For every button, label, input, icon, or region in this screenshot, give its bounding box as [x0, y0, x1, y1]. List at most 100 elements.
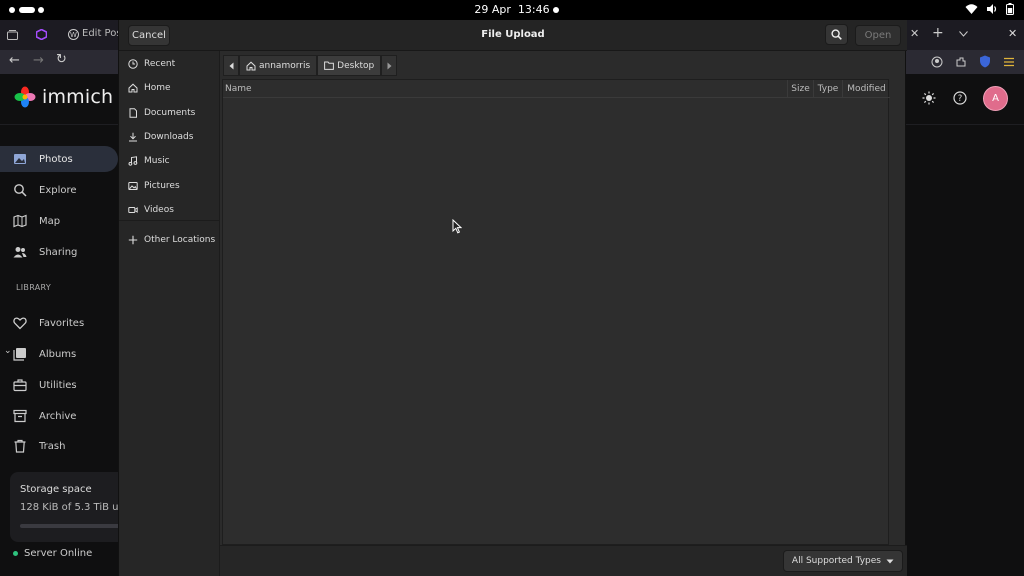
server-status-label: Server Online [24, 548, 93, 559]
avatar[interactable]: A [983, 86, 1008, 111]
chevron-left-icon [229, 62, 233, 69]
storage-title: Storage space [20, 484, 92, 495]
file-type-filter-label: All Supported Types [791, 556, 881, 566]
place-label: Recent [144, 59, 176, 69]
new-tab-icon[interactable]: + [932, 25, 944, 41]
nav-label: Map [39, 215, 61, 227]
help-icon[interactable]: ? [953, 91, 967, 105]
nav-map[interactable]: Map [0, 208, 118, 234]
sidebar-divider [119, 220, 220, 221]
open-button[interactable]: Open [855, 25, 901, 46]
nav-photos[interactable]: Photos [0, 146, 118, 172]
video-icon [128, 207, 138, 213]
file-type-filter[interactable]: All Supported Types [782, 550, 903, 572]
back-icon[interactable]: ← [9, 53, 20, 68]
column-header-modified[interactable]: Modified [843, 80, 890, 98]
toolbox-icon [13, 379, 27, 392]
close-window-icon[interactable]: ✕ [1008, 27, 1017, 40]
photos-icon [14, 154, 26, 164]
nav-utilities[interactable]: Utilities [0, 372, 118, 398]
clock-icon [128, 59, 138, 69]
file-list[interactable]: Name Size Type Modified [222, 79, 890, 545]
picture-icon [128, 182, 138, 190]
place-pictures[interactable]: Pictures [119, 175, 220, 197]
clock[interactable]: 29 Apr 13:46 [0, 3, 1024, 16]
albums-icon [13, 348, 26, 361]
reload-icon[interactable]: ↻ [56, 52, 67, 67]
clock-time: 13:46 [517, 3, 550, 16]
place-documents[interactable]: Documents [119, 102, 220, 124]
folder-icon [324, 61, 335, 70]
place-videos[interactable]: Videos [119, 199, 220, 221]
nav-archive[interactable]: Archive [0, 403, 118, 429]
nav-sharing[interactable]: Sharing [0, 239, 118, 265]
wordpress-icon: W [68, 29, 79, 40]
tab-overview-icon[interactable] [7, 30, 18, 40]
place-label: Music [144, 156, 170, 166]
path-scroll-right-button[interactable] [381, 55, 398, 76]
map-icon [13, 214, 27, 228]
search-icon [831, 29, 842, 40]
plus-icon [128, 235, 138, 245]
home-icon [246, 61, 256, 70]
place-home[interactable]: Home [119, 77, 220, 99]
extensions-icon[interactable] [955, 56, 967, 68]
nav-label: Archive [39, 410, 77, 422]
system-tray[interactable] [965, 3, 1014, 15]
system-top-bar: 29 Apr 13:46 [0, 0, 1024, 20]
column-header-size[interactable]: Size [788, 80, 814, 98]
status-dot-icon [13, 551, 18, 556]
nav-albums[interactable]: ⌄ Albums [0, 341, 118, 367]
shield-icon[interactable] [979, 55, 991, 68]
sharing-icon [13, 247, 27, 258]
place-label: Pictures [144, 181, 180, 191]
clock-date: 29 Apr [474, 3, 511, 16]
extension-tab-icon[interactable] [36, 29, 47, 40]
nav-explore[interactable]: Explore [0, 177, 118, 203]
file-upload-dialog: Cancel File Upload Open Recent Home Docu… [118, 20, 907, 576]
path-crumb-desktop[interactable]: Desktop [317, 55, 382, 76]
cancel-button[interactable]: Cancel [128, 25, 170, 46]
immich-logo-icon [14, 86, 36, 108]
column-header-name[interactable]: Name [223, 80, 788, 98]
wifi-icon [965, 4, 978, 14]
place-label: Downloads [144, 132, 194, 142]
screen: 29 Apr 13:46 W Edit Post ✕ + ✕ ← → ↻ imm… [0, 0, 1024, 576]
path-crumb-label: annamorris [259, 60, 311, 71]
dropdown-arrow-icon [886, 559, 894, 563]
place-label: Videos [144, 205, 174, 215]
dialog-footer: All Supported Types [220, 545, 907, 576]
place-other-locations[interactable]: Other Locations [119, 229, 220, 251]
chevron-right-icon [387, 62, 392, 69]
heart-icon [13, 317, 27, 330]
path-crumb-home[interactable]: annamorris [239, 55, 318, 76]
immich-logo[interactable]: immich [14, 86, 113, 108]
dialog-title: File Upload [481, 29, 545, 40]
nav-label: Trash [39, 440, 66, 452]
server-status[interactable]: Server Online [13, 548, 92, 559]
trash-icon [14, 439, 26, 453]
place-downloads[interactable]: Downloads [119, 126, 220, 148]
forward-icon[interactable]: → [33, 53, 44, 68]
home-icon [128, 83, 138, 93]
nav-label: Sharing [39, 246, 78, 258]
theme-toggle-icon[interactable] [922, 91, 936, 105]
nav-trash[interactable]: Trash [0, 433, 118, 459]
place-music[interactable]: Music [119, 150, 220, 172]
nav-favorites[interactable]: Favorites [0, 310, 118, 336]
place-recent[interactable]: Recent [119, 53, 220, 75]
chevron-down-icon[interactable] [959, 31, 968, 37]
music-icon [128, 156, 138, 166]
menu-icon[interactable] [1003, 56, 1015, 68]
account-icon[interactable] [931, 56, 943, 68]
column-header-type[interactable]: Type [814, 80, 843, 98]
place-label: Other Locations [144, 235, 216, 245]
search-button[interactable] [825, 24, 848, 45]
notification-dot [553, 7, 559, 13]
chevron-down-icon[interactable]: ⌄ [4, 346, 12, 356]
dialog-header: Cancel File Upload Open [119, 20, 907, 51]
volume-icon [987, 4, 997, 14]
svg-text:?: ? [958, 94, 963, 104]
close-tab-icon[interactable]: ✕ [910, 27, 919, 40]
path-scroll-left-button[interactable] [223, 55, 239, 76]
